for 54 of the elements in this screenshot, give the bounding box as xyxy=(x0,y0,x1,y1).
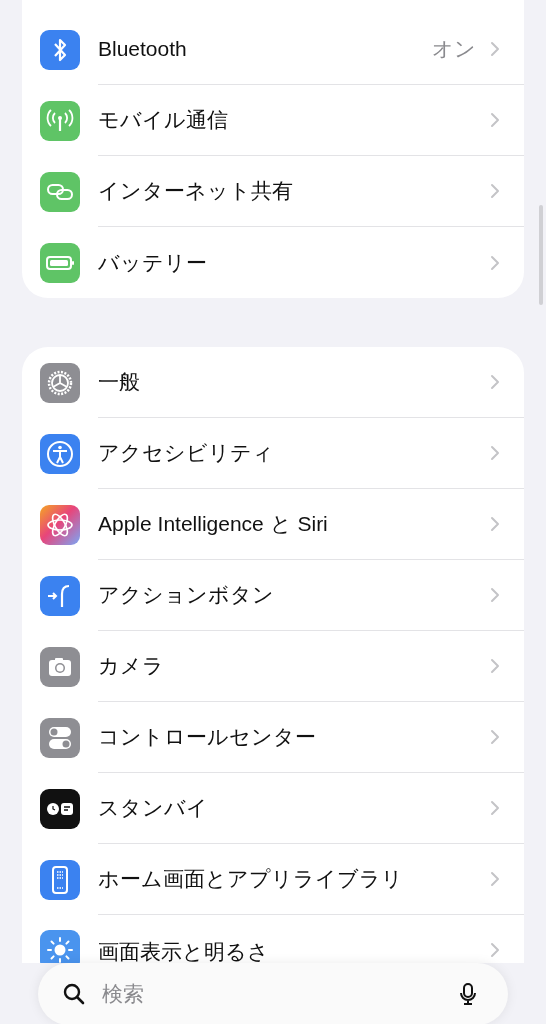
chevron-icon xyxy=(490,800,500,816)
flower-icon xyxy=(40,504,80,545)
settings-row[interactable]: ホーム画面とアプリライブラリ xyxy=(22,844,524,915)
chevron-icon xyxy=(490,871,500,887)
settings-row[interactable]: モバイル通信 xyxy=(22,85,524,156)
chevron-icon xyxy=(490,516,500,532)
settings-row[interactable]: Bluetooth オン xyxy=(22,14,524,85)
setting-label: モバイル通信 xyxy=(98,107,229,133)
phone-grid-icon xyxy=(40,859,80,900)
setting-label: バッテリー xyxy=(98,249,208,276)
settings-row[interactable]: カメラ xyxy=(22,631,524,702)
chevron-icon xyxy=(490,254,500,271)
setting-label: スタンバイ xyxy=(98,795,209,821)
chevron-icon xyxy=(490,658,500,674)
setting-label: インターネット共有 xyxy=(98,178,294,204)
battery-icon xyxy=(40,242,80,283)
settings-row[interactable]: 一般 xyxy=(22,347,524,418)
chevron-icon xyxy=(490,942,500,958)
chevron-icon xyxy=(490,587,500,603)
gear-icon xyxy=(40,362,80,403)
bluetooth-icon xyxy=(40,29,80,70)
setting-label: アクセシビリティ xyxy=(98,440,275,466)
camera-icon xyxy=(40,646,80,687)
settings-row[interactable]: スタンバイ xyxy=(22,773,524,844)
chevron-icon xyxy=(490,729,500,745)
settings-row[interactable]: バッテリー xyxy=(22,227,524,298)
search-input[interactable]: 検索 xyxy=(100,981,456,1007)
setting-label: Apple Intelligence と Siri xyxy=(98,511,329,537)
chevron-icon xyxy=(490,41,500,57)
settings-row[interactable]: Apple Intelligence と Siri xyxy=(22,489,524,560)
accessibility-icon xyxy=(40,433,80,474)
setting-label: ホーム画面とアプリライブラリ xyxy=(98,866,404,892)
settings-row[interactable]: インターネット共有 xyxy=(22,156,524,227)
setting-value: オン xyxy=(432,36,476,62)
settings-row[interactable]: アクセシビリティ xyxy=(22,418,524,489)
antenna-icon xyxy=(40,100,80,141)
setting-label: カメラ xyxy=(98,653,165,679)
chevron-icon xyxy=(490,374,500,390)
setting-label: 画面表示と明るさ xyxy=(98,939,270,963)
toggles-icon xyxy=(40,717,80,758)
search-icon xyxy=(62,982,86,1006)
setting-label: コントロールセンター xyxy=(98,724,317,750)
setting-label: 一般 xyxy=(98,369,141,395)
setting-label: Bluetooth xyxy=(98,37,188,61)
search-field[interactable]: 検索 xyxy=(38,963,508,1024)
arrow-bracket-icon xyxy=(40,575,80,616)
settings-row[interactable]: コントロールセンター xyxy=(22,702,524,773)
settings-row[interactable]: アクションボタン xyxy=(22,560,524,631)
setting-label: アクションボタン xyxy=(98,582,275,608)
chevron-icon xyxy=(490,183,500,199)
chevron-icon xyxy=(490,112,500,128)
clock-widget-icon xyxy=(40,788,80,829)
chain-link-icon xyxy=(40,171,80,212)
chevron-icon xyxy=(490,445,500,461)
